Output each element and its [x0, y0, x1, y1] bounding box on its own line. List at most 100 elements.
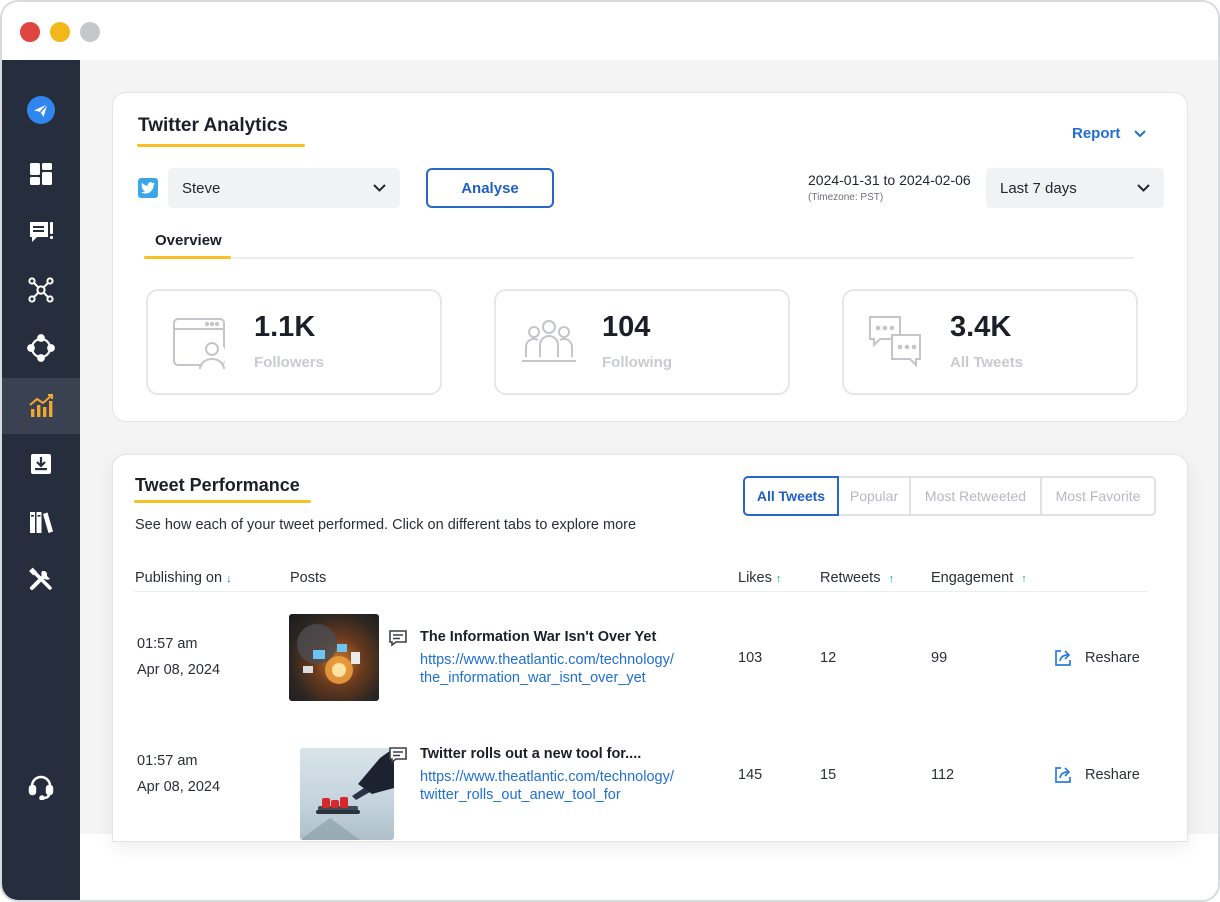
minimize-window-button[interactable] [50, 22, 70, 42]
retweets-value: 15 [820, 767, 837, 783]
column-label: Engagement [931, 570, 1014, 586]
page-title: Twitter Analytics [138, 115, 288, 136]
column-header-engagement[interactable]: Engagement ↑ [931, 570, 1027, 586]
all-tweets-value: 3.4K [950, 311, 1012, 343]
sort-up-icon: ↑ [775, 573, 782, 585]
sidebar-item-support[interactable] [2, 758, 80, 814]
stat-card-all-tweets: 3.4K All Tweets [842, 289, 1138, 395]
column-header-publishing[interactable]: Publishing on ↓ [135, 570, 232, 586]
chevron-down-icon [373, 184, 386, 192]
sidebar-item-messages[interactable] [2, 204, 80, 260]
followers-label: Followers [254, 354, 325, 371]
sort-up-icon: ↑ [888, 573, 894, 585]
sidebar-item-downloads[interactable] [2, 436, 80, 492]
post-comment-icon [389, 747, 407, 764]
post-comment-icon [389, 630, 407, 647]
tab-all-tweets[interactable]: All Tweets [743, 476, 839, 516]
sidebar-item-analytics[interactable] [2, 378, 80, 434]
tweets-chat-icon [869, 316, 921, 368]
library-icon [30, 512, 53, 533]
message-alert-icon [30, 222, 53, 242]
following-label: Following [602, 354, 672, 371]
sidebar-item-library[interactable] [2, 494, 80, 550]
engagement-value: 112 [931, 767, 955, 783]
row2-date: Apr 08, 2024 [137, 779, 221, 795]
post-title: The Information War Isn't Over Yet [420, 629, 657, 645]
tab-popular[interactable]: Popular [837, 476, 911, 516]
section-title-underline [134, 500, 311, 503]
tools-icon [29, 567, 52, 590]
following-value: 104 [602, 311, 651, 343]
download-tray-icon [31, 454, 51, 474]
post-link[interactable]: https://www.theatlantic.com/technology/ … [420, 768, 674, 804]
post-link-line: the_information_war_isnt_over_yet [420, 670, 646, 686]
post-thumbnail[interactable] [289, 614, 379, 701]
section-subtitle: See how each of your tweet performed. Cl… [135, 517, 637, 533]
stat-card-followers: 1.1K Followers [146, 289, 442, 395]
sidebar-item-network[interactable] [2, 262, 80, 318]
row2-time: 01:57 am [137, 753, 198, 769]
sidebar-item-dashboard[interactable] [2, 146, 80, 202]
chevron-down-icon [1134, 129, 1147, 137]
followers-icon [173, 318, 226, 370]
account-select-value: Steve [182, 179, 221, 197]
timezone-text: (Timezone: PST) [808, 192, 884, 203]
likes-value: 103 [738, 650, 763, 666]
post-thumbnail[interactable] [300, 748, 394, 840]
post-link[interactable]: https://www.theatlantic.com/technology/ … [420, 651, 674, 687]
stat-card-following: 104 Following [494, 289, 790, 395]
time-range-select[interactable]: Last 7 days [986, 168, 1164, 208]
column-header-retweets[interactable]: Retweets ↑ [820, 570, 894, 586]
sort-down-icon: ↓ [226, 573, 232, 585]
tab-divider [144, 257, 1134, 259]
post-link-line: https://www.theatlantic.com/technology/ [420, 769, 674, 785]
column-label: Publishing on [135, 570, 223, 586]
reshare-label: Reshare [1085, 767, 1140, 783]
following-group-icon [522, 320, 576, 362]
chevron-down-icon [1137, 184, 1150, 192]
dashboard-icon [30, 163, 52, 185]
report-dropdown[interactable]: Report [1072, 125, 1147, 142]
sidebar-item-send[interactable] [2, 82, 80, 138]
sidebar [2, 60, 80, 900]
retweets-value: 12 [820, 650, 837, 666]
tab-overview-indicator [144, 256, 231, 259]
section-title: Tweet Performance [135, 475, 300, 495]
reshare-label: Reshare [1085, 650, 1140, 666]
analytics-chart-icon [29, 394, 53, 417]
row1-time: 01:57 am [137, 636, 198, 652]
reshare-button[interactable]: Reshare [1053, 765, 1140, 785]
close-window-button[interactable] [20, 22, 40, 42]
row1-date: Apr 08, 2024 [137, 662, 221, 678]
reshare-button[interactable]: Reshare [1053, 648, 1140, 668]
hub-icon [27, 334, 55, 362]
share-icon [1055, 650, 1071, 666]
send-icon [27, 96, 55, 124]
maximize-window-button[interactable] [80, 22, 100, 42]
table-header-divider [134, 591, 1148, 592]
likes-value: 145 [738, 767, 763, 783]
tab-most-retweeted[interactable]: Most Retweeted [909, 476, 1042, 516]
sort-up-icon: ↑ [1021, 573, 1027, 585]
column-label: Retweets [820, 570, 881, 586]
time-range-value: Last 7 days [1000, 179, 1077, 197]
followers-value: 1.1K [254, 311, 316, 343]
share-icon [1055, 767, 1071, 783]
title-bar [2, 2, 1218, 62]
date-range-text: 2024-01-31 to 2024-02-06 [808, 172, 971, 188]
all-tweets-label: All Tweets [950, 354, 1024, 371]
post-link-line: twitter_rolls_out_anew_tool_for [420, 787, 621, 803]
analyse-button[interactable]: Analyse [426, 168, 554, 208]
sidebar-item-tools[interactable] [2, 552, 80, 608]
sidebar-item-hub[interactable] [2, 320, 80, 376]
account-select[interactable]: Steve [168, 168, 400, 208]
twitter-icon [138, 178, 158, 198]
post-title: Twitter rolls out a new tool for.... [420, 746, 642, 762]
tab-overview[interactable]: Overview [155, 232, 222, 249]
report-label: Report [1072, 125, 1121, 142]
headset-icon [28, 775, 54, 800]
network-icon [28, 277, 54, 303]
column-header-likes[interactable]: Likes ↑ [738, 570, 781, 586]
tab-most-favorite[interactable]: Most Favorite [1040, 476, 1156, 516]
post-link-line: https://www.theatlantic.com/technology/ [420, 652, 674, 668]
